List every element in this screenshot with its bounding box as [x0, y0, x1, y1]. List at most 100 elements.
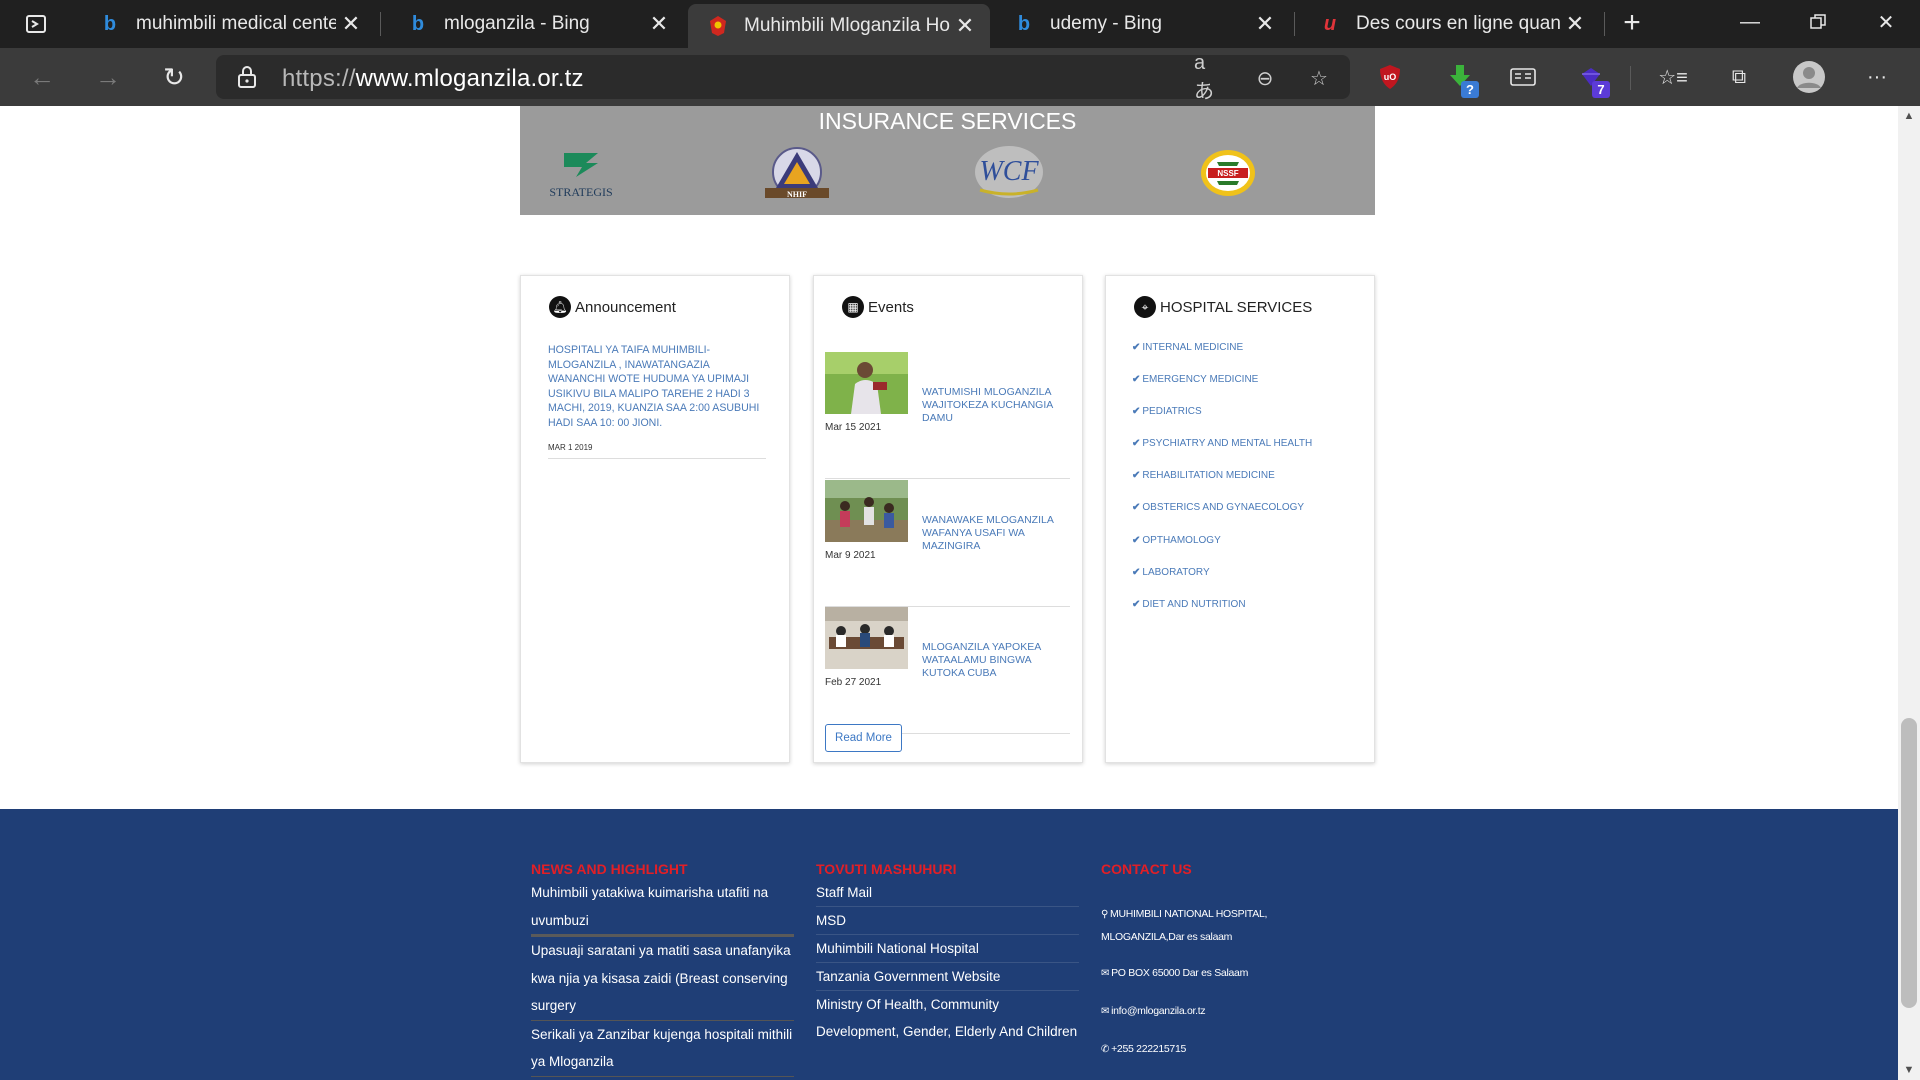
- link-msd[interactable]: MSD: [816, 907, 1079, 935]
- tab-actions-button[interactable]: [14, 8, 58, 40]
- service-item-internal-medicine[interactable]: ✔ INTERNAL MEDICINE: [1132, 342, 1312, 374]
- tab-des-cours-en-ligne[interactable]: u Des cours en ligne quand ✕: [1300, 0, 1600, 48]
- restore-icon: [1810, 14, 1826, 29]
- scroll-up-arrow-icon[interactable]: ▲: [1898, 106, 1920, 126]
- contact-email[interactable]: ✉ info@mloganzila.or.tz: [1101, 1000, 1301, 1023]
- zoom-button[interactable]: ⊖: [1250, 64, 1280, 92]
- service-item-psychiatry[interactable]: ✔ PSYCHIATRY AND MENTAL HEALTH: [1132, 438, 1312, 470]
- service-item-emergency-medicine[interactable]: ✔ EMERGENCY MEDICINE: [1132, 374, 1312, 406]
- purple-extension-button[interactable]: 7: [1574, 60, 1610, 98]
- phone-icon: ✆: [1101, 1044, 1110, 1055]
- page-scrollbar[interactable]: ▲ ▼: [1898, 106, 1920, 1080]
- refresh-button[interactable]: ↻: [154, 57, 194, 97]
- close-tab-icon[interactable]: ✕: [950, 13, 980, 39]
- bell-icon: 🔔︎: [549, 296, 571, 318]
- event-title-link[interactable]: MLOGANZILA YAPOKEA WATAALAMU BINGWA KUTO…: [922, 641, 1067, 680]
- envelope-icon: ✉: [1101, 1006, 1110, 1017]
- services-list: ✔ INTERNAL MEDICINE ✔ EMERGENCY MEDICINE ✔…: [1132, 342, 1312, 631]
- strategis-mark-icon: [564, 152, 598, 177]
- event-title-link[interactable]: WATUMISHI MLOGANZILA WAJITOKEZA KUCHANGI…: [922, 386, 1067, 425]
- zoom-out-icon: ⊖: [1256, 67, 1274, 90]
- tab-muhimbili-medical-center[interactable]: b muhimbili medical center ✕: [80, 0, 376, 48]
- service-item-opthamology[interactable]: ✔ OPTHAMOLOGY: [1132, 535, 1312, 567]
- collections-icon: ⧉: [1731, 65, 1747, 88]
- event-date: Mar 9 2021: [825, 550, 876, 561]
- event-item: Feb 27 2021 MLOGANZILA YAPOKEA WATAALAMU…: [825, 607, 1070, 734]
- nssf-logo[interactable]: NSSF: [1188, 144, 1268, 202]
- collections-button[interactable]: ⧉: [1722, 60, 1756, 94]
- wcf-emblem-icon: WCF: [975, 146, 1043, 198]
- check-icon: ✔: [1132, 406, 1141, 418]
- wcf-logo[interactable]: WCF: [969, 144, 1049, 202]
- lock-icon: [238, 66, 256, 88]
- hospital-crest-icon: [706, 14, 730, 38]
- services-header: ⌖ HOSPITAL SERVICES: [1134, 296, 1312, 318]
- link-ministry-of-health[interactable]: Ministry Of Health, Community Developmen…: [816, 991, 1079, 1045]
- plus-icon: +: [1623, 6, 1641, 39]
- bing-icon: b: [103, 12, 117, 35]
- calendar-icon: ▦: [842, 296, 864, 318]
- tab-separator: [380, 12, 381, 36]
- event-photo-cleaning[interactable]: [825, 480, 908, 542]
- close-tab-icon[interactable]: ✕: [1560, 11, 1590, 37]
- link-staff-mail[interactable]: Staff Mail: [816, 879, 1079, 907]
- events-title: Events: [868, 298, 914, 316]
- read-aloud-button[interactable]: aあ: [1194, 52, 1224, 103]
- immersive-reader-button[interactable]: [1506, 60, 1540, 94]
- news-link[interactable]: Serikali ya Zanzibar kujenga hospitali m…: [531, 1021, 794, 1077]
- check-icon: ✔: [1132, 502, 1141, 514]
- strategis-logo[interactable]: STRATEGIS: [546, 144, 616, 202]
- close-window-button[interactable]: ✕: [1852, 0, 1920, 44]
- link-muhimbili-national-hospital[interactable]: Muhimbili National Hospital: [816, 935, 1079, 963]
- tab-mloganzila-bing[interactable]: b mloganzila - Bing ✕: [388, 0, 684, 48]
- link-tanzania-government[interactable]: Tanzania Government Website: [816, 963, 1079, 991]
- close-tab-icon[interactable]: ✕: [644, 11, 674, 37]
- restore-button[interactable]: [1784, 0, 1852, 44]
- service-item-obsterics[interactable]: ✔ OBSTERICS AND GYNAECOLOGY: [1132, 502, 1312, 534]
- favorites-button[interactable]: ☆≡: [1656, 60, 1690, 94]
- add-favorite-button[interactable]: ☆: [1304, 64, 1334, 92]
- check-icon: ✔: [1132, 374, 1141, 386]
- check-icon: ✔: [1132, 598, 1141, 610]
- settings-more-button[interactable]: ···: [1860, 60, 1894, 94]
- reader-icon: [1510, 68, 1536, 86]
- event-photo-blood-donation[interactable]: [825, 352, 908, 414]
- contact-address: ⚲ MUHIMBILI NATIONAL HOSPITAL, MLOGANZILA…: [1101, 908, 1268, 943]
- event-item: Mar 15 2021 WATUMISHI MLOGANZILA WAJITOK…: [825, 352, 1070, 479]
- read-aloud-icon: aあ: [1194, 52, 1214, 103]
- page-viewport: INSURANCE SERVICES STRATEGIS NHIF WCF NS…: [0, 106, 1898, 1080]
- svg-text:NSSF: NSSF: [1217, 169, 1238, 178]
- news-link[interactable]: Muhimbili yatakiwa kuimarisha utafiti na…: [531, 879, 794, 937]
- contact-phone: ✆ +255 222215715: [1101, 1043, 1187, 1055]
- check-icon: ✔: [1132, 566, 1141, 578]
- extension-badge: 7: [1592, 81, 1610, 98]
- nssf-emblem-icon: NSSF: [1201, 150, 1255, 196]
- profile-button[interactable]: [1792, 60, 1826, 94]
- svg-text:NHIF: NHIF: [787, 190, 807, 199]
- minimize-button[interactable]: —: [1716, 0, 1784, 44]
- back-button[interactable]: ←: [22, 57, 62, 97]
- ublock-shield-icon: uO: [1380, 65, 1400, 89]
- close-tab-icon[interactable]: ✕: [1250, 11, 1280, 37]
- close-tab-icon[interactable]: ✕: [336, 11, 366, 37]
- service-item-pediatrics[interactable]: ✔ PEDIATRICS: [1132, 406, 1312, 438]
- address-bar[interactable]: https://www.mloganzila.or.tz aあ ⊖ ☆: [216, 52, 1350, 103]
- tab-muhimbili-mloganzila[interactable]: Muhimbili Mloganzila Hos ✕: [688, 4, 990, 48]
- scroll-down-arrow-icon[interactable]: ▼: [1898, 1060, 1920, 1080]
- new-tab-button[interactable]: +: [1614, 8, 1650, 40]
- download-extension-button[interactable]: ?: [1443, 60, 1479, 98]
- service-item-laboratory[interactable]: ✔ LABORATORY: [1132, 567, 1312, 599]
- forward-button[interactable]: →: [88, 57, 128, 97]
- ublock-extension-button[interactable]: uO: [1373, 60, 1407, 94]
- nhif-logo[interactable]: NHIF: [757, 144, 837, 202]
- tab-udemy-bing[interactable]: b udemy - Bing ✕: [994, 0, 1290, 48]
- service-item-diet-nutrition[interactable]: ✔ DIET AND NUTRITION: [1132, 599, 1312, 631]
- event-photo-cuba-specialists[interactable]: [825, 607, 908, 669]
- read-more-button[interactable]: Read More: [825, 724, 902, 752]
- contact-column: CONTACT US ⚲ MUHIMBILI NATIONAL HOSPITAL,…: [1101, 809, 1301, 1061]
- service-item-rehabilitation[interactable]: ✔ REHABILITATION MEDICINE: [1132, 470, 1312, 502]
- news-link[interactable]: Upasuaji saratani ya matiti sasa unafany…: [531, 937, 794, 1021]
- event-title-link[interactable]: WANAWAKE MLOGANZILA WAFANYA USAFI WA MAZ…: [922, 514, 1067, 553]
- announcement-link[interactable]: HOSPITALI YA TAIFA MUHIMBILI-MLOGANZILA …: [548, 343, 766, 431]
- scroll-thumb[interactable]: [1901, 718, 1917, 1008]
